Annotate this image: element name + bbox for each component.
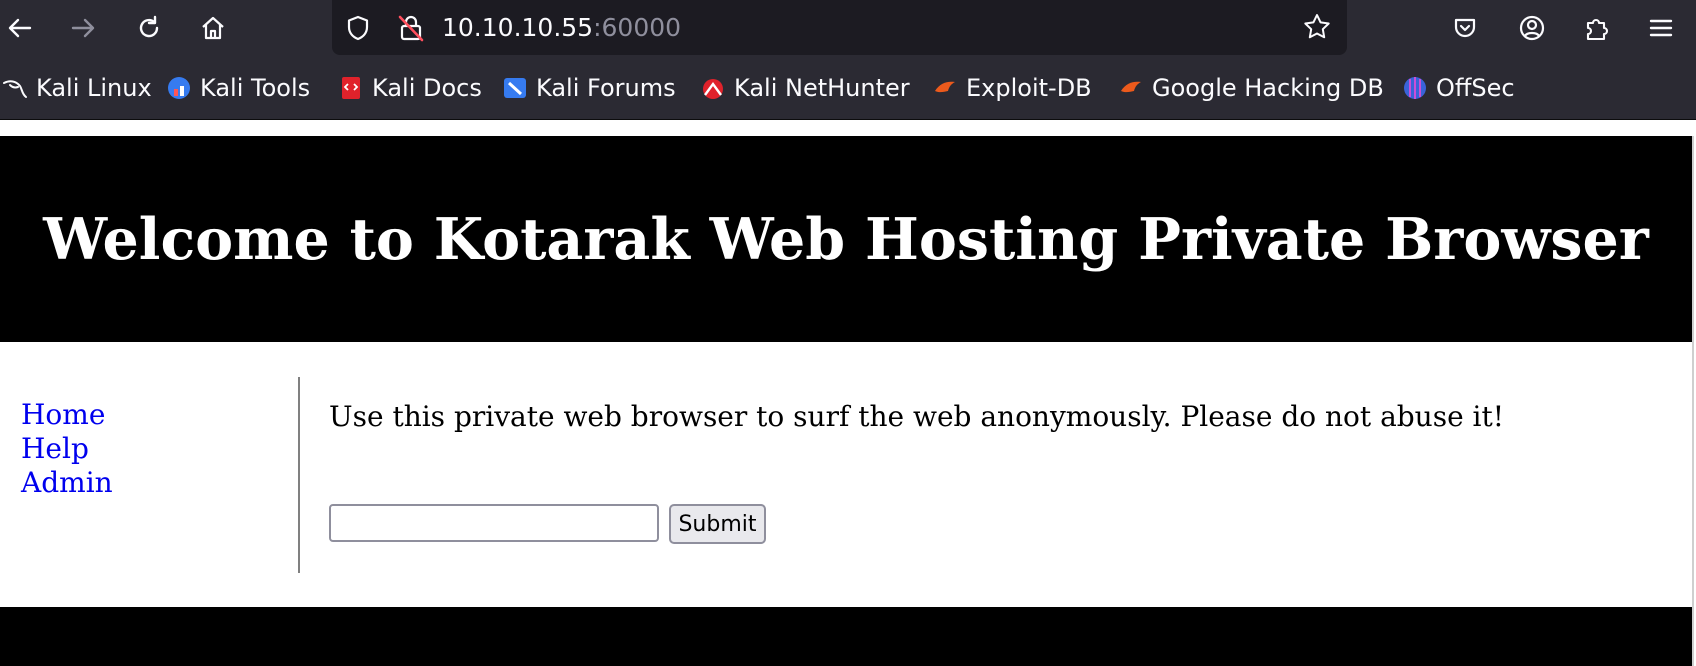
url-input[interactable] bbox=[329, 504, 659, 542]
bookmark-star-icon[interactable] bbox=[1302, 12, 1332, 42]
kali-nethunter-icon bbox=[700, 75, 726, 101]
bookmark-label: Kali NetHunter bbox=[734, 74, 910, 102]
bookmark-label: Kali Linux bbox=[36, 74, 152, 102]
kali-dragon-icon bbox=[2, 75, 28, 101]
reload-button[interactable] bbox=[129, 8, 169, 48]
bookmark-label: Kali Tools bbox=[200, 74, 311, 102]
pocket-button[interactable] bbox=[1445, 8, 1485, 48]
frame-border bbox=[1692, 136, 1694, 666]
side-nav: Home Help Admin bbox=[21, 398, 113, 500]
bookmark-exploit-db[interactable]: Exploit-DB bbox=[932, 72, 1092, 104]
bookmark-google-hacking-db[interactable]: Google Hacking DB bbox=[1118, 72, 1384, 104]
url-bar[interactable]: 10.10.10.55:60000 bbox=[332, 0, 1347, 55]
bookmark-label: Kali Forums bbox=[536, 74, 676, 102]
forward-button[interactable] bbox=[63, 8, 103, 48]
bookmark-kali-tools[interactable]: Kali Tools bbox=[166, 72, 310, 104]
bookmark-kali-docs[interactable]: Kali Docs bbox=[338, 72, 482, 104]
arrow-right-icon bbox=[71, 18, 95, 38]
kali-tools-icon bbox=[166, 75, 192, 101]
header-banner: Welcome to Kotarak Web Hosting Private B… bbox=[0, 136, 1692, 342]
kali-forums-icon bbox=[502, 75, 528, 101]
nav-link-admin[interactable]: Admin bbox=[21, 466, 113, 500]
bookmark-label: OffSec bbox=[1436, 74, 1515, 102]
url-text[interactable]: 10.10.10.55:60000 bbox=[442, 13, 681, 43]
bookmark-offsec[interactable]: OffSec bbox=[1402, 72, 1515, 104]
back-button[interactable] bbox=[0, 8, 40, 48]
pocket-icon bbox=[1454, 18, 1476, 38]
insecure-lock-icon[interactable] bbox=[396, 13, 426, 43]
account-icon bbox=[1519, 15, 1545, 41]
puzzle-icon bbox=[1586, 19, 1608, 41]
bookmark-kali-forums[interactable]: Kali Forums bbox=[502, 72, 676, 104]
account-button[interactable] bbox=[1512, 8, 1552, 48]
bookmark-label: Google Hacking DB bbox=[1152, 74, 1384, 102]
extensions-button[interactable] bbox=[1577, 8, 1617, 48]
submit-button[interactable]: Submit bbox=[669, 504, 766, 544]
bookmark-kali-nethunter[interactable]: Kali NetHunter bbox=[700, 72, 910, 104]
url-host: 10.10.10.55 bbox=[442, 13, 594, 42]
page-title: Welcome to Kotarak Web Hosting Private B… bbox=[43, 205, 1649, 273]
home-icon bbox=[202, 16, 224, 40]
nav-link-home[interactable]: Home bbox=[21, 398, 113, 432]
bookmarks-toolbar: Kali Linux Kali Tools Kali Docs Kali For… bbox=[0, 57, 1696, 120]
offsec-icon bbox=[1402, 75, 1428, 101]
kali-docs-icon bbox=[338, 75, 364, 101]
menu-button[interactable] bbox=[1641, 8, 1681, 48]
ghdb-icon bbox=[1118, 75, 1144, 101]
bookmark-kali-linux[interactable]: Kali Linux bbox=[2, 72, 152, 104]
home-button[interactable] bbox=[193, 8, 233, 48]
exploit-db-icon bbox=[932, 75, 958, 101]
nav-link-help[interactable]: Help bbox=[21, 432, 113, 466]
arrow-left-icon bbox=[8, 18, 32, 38]
bookmark-label: Kali Docs bbox=[372, 74, 482, 102]
hamburger-menu-icon bbox=[1649, 19, 1673, 37]
intro-text: Use this private web browser to surf the… bbox=[329, 400, 1505, 433]
url-port: :60000 bbox=[593, 13, 682, 42]
bookmark-label: Exploit-DB bbox=[966, 74, 1092, 102]
browser-toolbar: 10.10.10.55:60000 bbox=[0, 0, 1696, 57]
shield-icon[interactable] bbox=[344, 14, 372, 42]
footer-bar bbox=[0, 607, 1692, 666]
reload-icon bbox=[139, 15, 159, 38]
page-viewport: Welcome to Kotarak Web Hosting Private B… bbox=[0, 120, 1696, 666]
column-divider bbox=[298, 377, 300, 573]
